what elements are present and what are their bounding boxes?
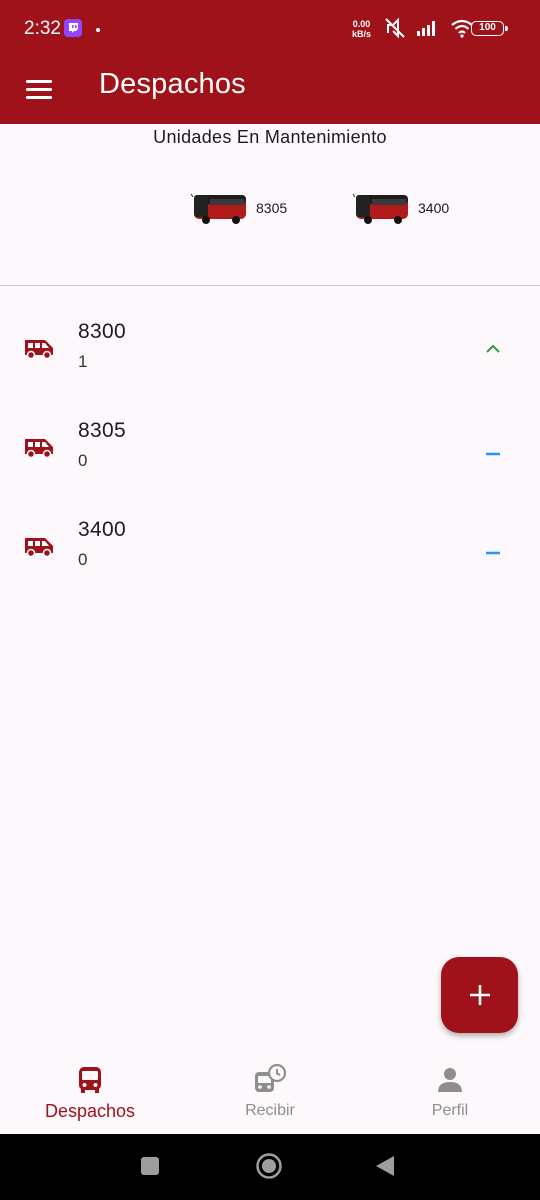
bus-icon xyxy=(352,193,408,224)
unit-count: 1 xyxy=(78,352,88,371)
battery-level: 100 xyxy=(479,22,496,33)
nav-item-perfil[interactable]: Perfil xyxy=(360,1046,540,1134)
bus-clock-icon xyxy=(255,1064,286,1092)
mute-vibrate-icon xyxy=(385,17,405,39)
maintenance-unit[interactable]: 3400 xyxy=(352,185,449,231)
notification-dot-icon xyxy=(96,28,100,32)
back-icon[interactable] xyxy=(374,1154,396,1178)
bus-front-icon xyxy=(79,1067,101,1093)
maintenance-units: 8305 3400 xyxy=(0,185,540,231)
net-speed-value: 0.00 xyxy=(352,19,371,29)
signal-icon xyxy=(417,21,435,36)
van-icon xyxy=(25,538,53,558)
plus-icon xyxy=(469,985,490,1005)
section-divider xyxy=(0,285,540,286)
nav-label: Despachos xyxy=(44,1101,136,1121)
van-icon xyxy=(25,340,53,360)
page-title: Despachos xyxy=(99,68,246,100)
minus-icon xyxy=(486,551,500,555)
system-nav-bar xyxy=(0,1134,540,1200)
bottom-nav: Despachos Recibir Perfil xyxy=(0,1046,540,1134)
maintenance-unit[interactable]: 8305 xyxy=(190,185,287,231)
minus-icon xyxy=(486,452,500,456)
menu-icon[interactable] xyxy=(26,76,54,104)
battery-icon: 100 xyxy=(471,21,508,36)
app-bar: Despachos xyxy=(0,58,540,124)
nav-label: Perfil xyxy=(431,1102,469,1119)
unit-number: 3400 xyxy=(78,518,126,541)
maintenance-title: Unidades En Mantenimiento xyxy=(153,127,387,147)
unit-count: 0 xyxy=(78,550,88,569)
maintenance-unit-label: 8305 xyxy=(256,200,288,216)
nav-item-despachos[interactable]: Despachos xyxy=(0,1046,180,1134)
list-item[interactable]: 8300 1 xyxy=(0,312,540,411)
list-item[interactable]: 8305 0 xyxy=(0,411,540,510)
recents-icon[interactable] xyxy=(140,1156,160,1176)
status-icons xyxy=(384,16,474,40)
list-item[interactable]: 3400 0 xyxy=(0,510,540,609)
nav-label: Recibir xyxy=(245,1102,295,1119)
bus-icon xyxy=(190,193,246,224)
maintenance-unit-label: 3400 xyxy=(418,200,450,216)
net-speed-unit: kB/s xyxy=(352,29,372,39)
van-icon xyxy=(25,439,53,459)
home-icon[interactable] xyxy=(255,1152,283,1180)
chevron-up-icon xyxy=(486,344,500,353)
person-icon xyxy=(438,1068,462,1092)
status-time: 2:32 xyxy=(24,18,61,39)
add-button[interactable] xyxy=(441,957,518,1033)
nav-item-recibir[interactable]: Recibir xyxy=(180,1046,360,1134)
unit-count: 0 xyxy=(78,451,88,470)
unit-number: 8305 xyxy=(78,419,126,442)
twitch-notification-icon xyxy=(64,19,82,37)
unit-number: 8300 xyxy=(78,320,126,343)
net-speed: 0.00 kB/s xyxy=(352,19,371,39)
status-bar: 2:32 0.00 kB/s 100 xyxy=(0,0,540,58)
